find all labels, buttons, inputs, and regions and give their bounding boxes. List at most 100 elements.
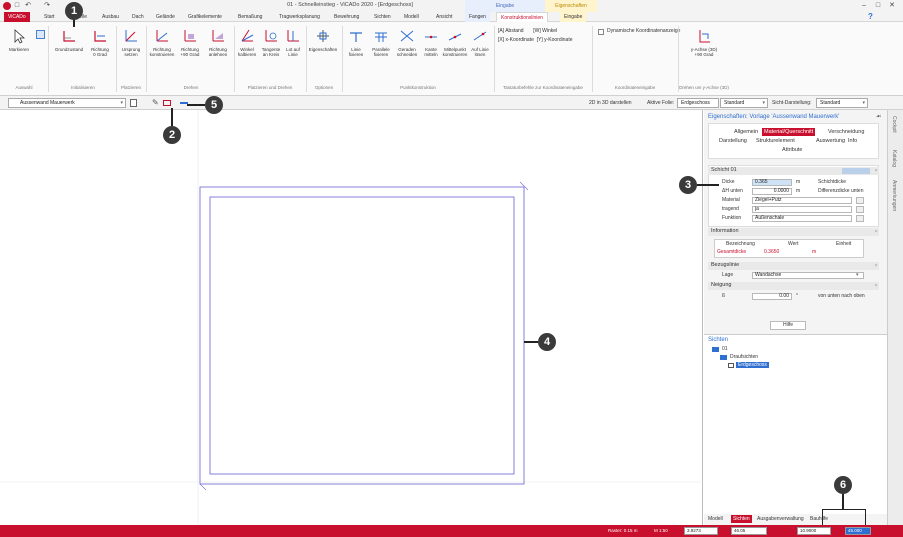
tab-strukturelement[interactable]: Strukturelement — [756, 138, 795, 144]
tragend-select[interactable]: ja — [752, 206, 852, 213]
side-tab-cockpit[interactable]: Cockpit — [891, 116, 897, 133]
richtung-90-grad-button[interactable]: Richtung +90 Grad — [176, 28, 204, 57]
app-logo-icon[interactable] — [3, 2, 11, 10]
tab-fangen[interactable]: Fangen — [465, 12, 490, 22]
tab-sichten[interactable]: Sichten — [370, 12, 395, 22]
callout-line — [697, 184, 719, 186]
bottom-tab-modell[interactable]: Modell — [708, 516, 723, 522]
foil-style-select[interactable]: Standard ▾ — [720, 98, 768, 108]
dynamic-coords-checkbox[interactable] — [598, 29, 604, 35]
neigung-input[interactable]: 0.00 — [752, 293, 792, 300]
richtung-anlehnen-button[interactable]: Richtung anlehnen — [204, 28, 232, 57]
winkel-halbieren-button[interactable]: Winkel halbieren — [234, 28, 260, 57]
minimize-button[interactable]: – — [860, 2, 868, 10]
fix-line-icon — [350, 32, 362, 42]
show-3d-label[interactable]: 2D in 3D darstellen — [589, 100, 632, 106]
tangente-an-kreis-button[interactable]: Tangente an Kreis — [258, 28, 284, 57]
thickness-input[interactable]: 0.365 — [752, 179, 792, 186]
drawing-canvas[interactable] — [0, 110, 703, 525]
maximize-button[interactable]: □ — [874, 2, 882, 10]
undo-icon[interactable]: ↶ — [24, 2, 32, 10]
select-mode-icon[interactable] — [36, 30, 45, 39]
tab-modell[interactable]: Modell — [400, 12, 423, 22]
coord-direction-input[interactable]: 45.000 — [845, 527, 871, 535]
tab-vicado[interactable]: ViCADo — [4, 12, 30, 22]
auf-linie-loesen-button[interactable]: Auf Linie lösen — [468, 28, 492, 57]
linie-fixieren-button[interactable]: Linie fixieren — [344, 28, 368, 57]
views-tree-erdgeschoss[interactable]: Erdgeschoss — [736, 362, 769, 368]
neigung-header[interactable]: Neigung — [708, 282, 879, 290]
bezugslinie-header[interactable]: Bezugslinie — [708, 262, 879, 270]
funktion-dropdown-button[interactable] — [856, 215, 864, 222]
tab-attribute[interactable]: Attribute — [782, 147, 802, 153]
eigenschaften-button[interactable]: Eigenschaften — [306, 28, 340, 52]
tab-dach[interactable]: Dach — [128, 12, 148, 22]
views-tree-root[interactable]: 01 — [722, 346, 728, 352]
side-tab-katalog[interactable]: Katalog — [891, 150, 897, 167]
bottom-tab-ausgabenverwaltung[interactable]: Ausgabenverwaltung — [757, 516, 804, 522]
tab-bemassung[interactable]: Bemaßung — [234, 12, 266, 22]
y-achse-button[interactable]: y-Achse (3D) +90 Grad — [684, 28, 724, 57]
wall-style-icon[interactable] — [163, 100, 171, 106]
tab-gelaende[interactable]: Gelände — [152, 12, 179, 22]
element-type-select[interactable]: Aussenwand Mauerwerk ▾ — [8, 98, 126, 108]
close-button[interactable]: ✕ — [888, 2, 896, 10]
status-scale[interactable]: M 1:50 — [654, 528, 668, 533]
coord-x-input[interactable]: 3.9273 — [684, 527, 718, 535]
hilfe-button[interactable]: Hilfe — [770, 321, 806, 330]
geraden-schneiden-button[interactable]: Geraden schneiden — [394, 28, 420, 57]
tab-info[interactable]: Info — [848, 138, 857, 144]
layer-toolbar-icons[interactable] — [842, 168, 870, 174]
new-element-icon[interactable] — [130, 99, 137, 107]
information-gesamtdicke-unit: m — [812, 249, 817, 255]
active-foil-select[interactable]: Erdgeschoss — [677, 98, 719, 108]
tab-darstellung[interactable]: Darstellung — [719, 138, 747, 144]
chevron-down-icon[interactable]: ▾ — [856, 272, 859, 278]
properties-icon — [317, 30, 329, 42]
tab-start[interactable]: Start — [40, 12, 59, 22]
pin-icon[interactable]: ☙ — [876, 113, 881, 120]
tab-allgemein[interactable]: Allgemein — [734, 129, 758, 135]
tab-bewehrung[interactable]: Bewehrung — [330, 12, 363, 22]
tragend-dropdown-button[interactable] — [856, 206, 864, 213]
view-style-select[interactable]: Standard ▾ — [816, 98, 868, 108]
tab-grafikelemente[interactable]: Grafikelemente — [184, 12, 226, 22]
markieren-button[interactable]: Markieren — [4, 28, 34, 52]
side-tab-anmerkungen[interactable]: Anmerkungen — [891, 180, 897, 211]
tab-auswertung[interactable]: Auswertung — [816, 138, 845, 144]
richtung-0-grad-button[interactable]: Richtung 0 Grad — [86, 28, 114, 57]
tab-ausbau[interactable]: Ausbau — [98, 12, 123, 22]
views-tree-draufsichten[interactable]: Draufsichten — [730, 354, 758, 360]
information-col-wert: Wert — [788, 241, 799, 247]
material-browse-button[interactable] — [856, 197, 864, 204]
active-foil-value: Erdgeschoss — [681, 100, 710, 106]
group-tastaturbefehle: Tastaturbefehle zur Koordinateneingabe — [503, 85, 583, 90]
save-icon[interactable]: □ — [13, 2, 21, 10]
help-icon[interactable]: ? — [868, 12, 873, 21]
pen-icon[interactable]: ✎ — [152, 98, 159, 107]
tab-konstruktionslinien[interactable]: Konstruktionslinien — [496, 12, 548, 22]
redo-icon[interactable]: ↷ — [43, 2, 51, 10]
lot-auf-linie-button[interactable]: Lot auf Linie — [282, 28, 304, 57]
funktion-select[interactable]: Außenschale — [752, 215, 852, 222]
richtung-konstruieren-button[interactable]: Richtung konstruieren — [148, 28, 176, 57]
tab-verschneidung[interactable]: Verschneidung — [828, 129, 864, 135]
kante-mitteln-button[interactable]: Kante mitteln — [420, 28, 442, 57]
bottom-tab-sichten[interactable]: Sichten — [731, 515, 752, 523]
lage-select[interactable]: Wandachse — [752, 272, 864, 279]
ribbon-label: Kante mitteln — [424, 47, 438, 57]
coord-length-input[interactable]: 10.9000 — [797, 527, 831, 535]
parallele-fixieren-button[interactable]: Parallele fixieren — [368, 28, 394, 57]
views-section — [704, 334, 887, 514]
tab-eingabe[interactable]: Eingabe — [560, 12, 587, 22]
material-input[interactable]: Ziegel+Putz — [752, 197, 852, 204]
mittelpunkt-konstruieren-button[interactable]: Mittelpunkt konstruieren — [440, 28, 470, 57]
tab-tragwerksplanung[interactable]: Tragwerksplanung — [275, 12, 324, 22]
tab-ansicht[interactable]: Ansicht — [432, 12, 456, 22]
ursprung-setzen-button[interactable]: Ursprung setzen — [118, 28, 144, 57]
grundzustand-button[interactable]: Grundzustand — [52, 28, 86, 52]
coord-angle-input[interactable]: 46.05 — [731, 527, 767, 535]
delta-h-input[interactable]: 0.0000 — [752, 188, 792, 195]
information-header[interactable]: Information — [708, 228, 879, 236]
tab-material-querschnitt[interactable]: Material/Querschnitt — [762, 128, 816, 136]
